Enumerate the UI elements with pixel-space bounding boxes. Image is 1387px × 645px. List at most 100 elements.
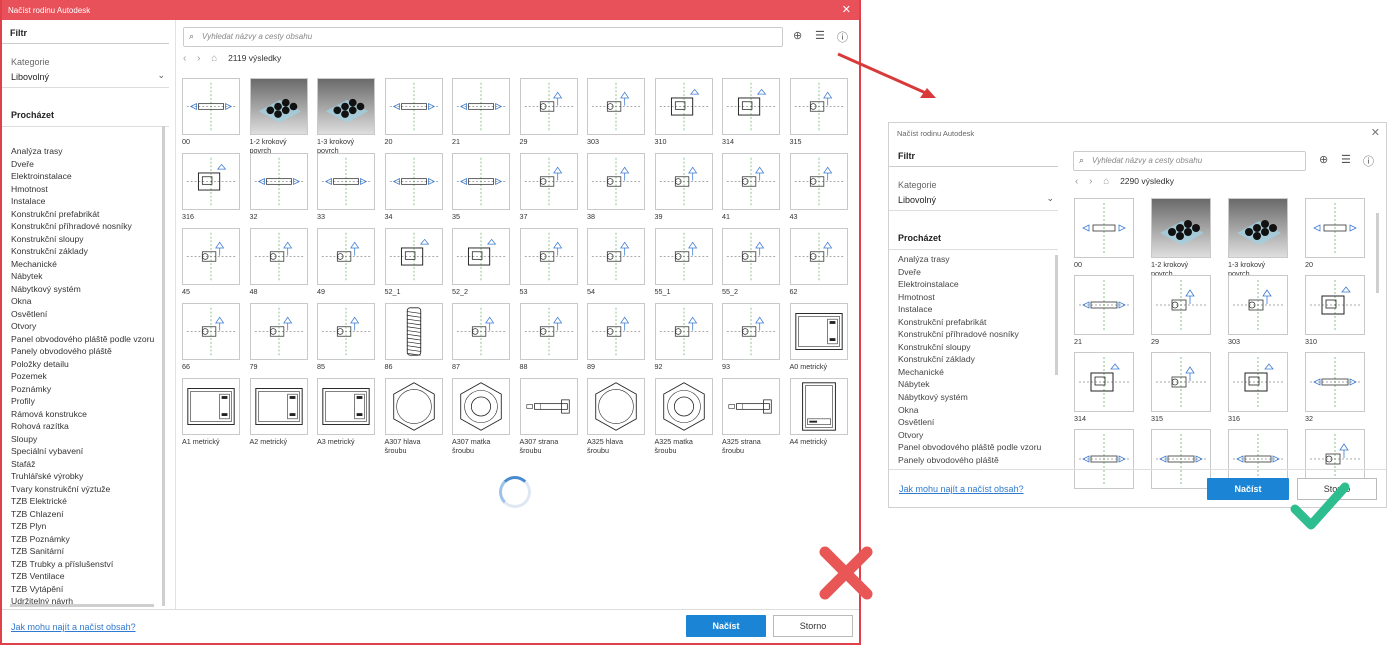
category-item[interactable]: Osvětlení: [889, 416, 1059, 429]
category-item[interactable]: Stafáž: [2, 458, 172, 471]
family-tile[interactable]: 29: [519, 78, 578, 146]
family-tile[interactable]: 54: [587, 228, 645, 296]
category-item[interactable]: Panel obvodového pláště podle vzoru: [889, 441, 1059, 454]
family-tile[interactable]: 1-3 krokový povrch: [1228, 198, 1288, 278]
category-item[interactable]: Okna: [889, 404, 1059, 417]
family-tile[interactable]: 20: [1305, 198, 1365, 269]
category-item[interactable]: Tvary konstrukční výztuže: [2, 483, 172, 496]
family-tile[interactable]: 316: [182, 153, 240, 221]
category-item[interactable]: Sloupy: [2, 433, 172, 446]
forward-icon[interactable]: ›: [197, 53, 200, 64]
category-dropdown[interactable]: Libovolný ⌄: [889, 190, 1058, 211]
family-tile[interactable]: A307 strana šroubu: [519, 378, 578, 455]
family-tile[interactable]: A2 metrický: [249, 378, 308, 446]
family-tile[interactable]: 62: [789, 228, 848, 296]
category-item[interactable]: Panel obvodového pláště podle vzoru: [2, 333, 172, 346]
list-view-icon[interactable]: ☰: [1341, 153, 1351, 166]
family-tile[interactable]: 85: [317, 303, 375, 371]
family-tile[interactable]: 21: [452, 78, 510, 146]
close-icon[interactable]: ✕: [1371, 126, 1380, 139]
family-tile[interactable]: A325 matka šroubu: [654, 378, 713, 455]
category-item[interactable]: Nábytek: [2, 270, 172, 283]
family-tile[interactable]: A307 matka šroubu: [452, 378, 510, 455]
close-icon[interactable]: ✕: [842, 3, 851, 16]
info-icon[interactable]: ⓘ: [1363, 153, 1374, 169]
category-item[interactable]: Profily: [2, 395, 172, 408]
family-tile[interactable]: 55_2: [722, 228, 780, 296]
family-tile[interactable]: 37: [519, 153, 578, 221]
home-icon[interactable]: ⌂: [1103, 176, 1109, 187]
family-tile[interactable]: 55_1: [654, 228, 713, 296]
home-icon[interactable]: ⌂: [211, 53, 217, 64]
family-tile[interactable]: 316: [1228, 352, 1288, 423]
back-icon[interactable]: ‹: [183, 53, 186, 64]
family-tile[interactable]: 87: [452, 303, 510, 371]
category-item[interactable]: Konstrukční příhradové nosníky: [2, 220, 172, 233]
family-tile[interactable]: 79: [249, 303, 308, 371]
family-tile[interactable]: 66: [182, 303, 240, 371]
globe-icon[interactable]: ⊕: [793, 29, 802, 42]
cancel-button[interactable]: Storno: [773, 615, 853, 637]
category-item[interactable]: Konstrukční sloupy: [889, 341, 1059, 354]
category-item[interactable]: TZB Vytápění: [2, 583, 172, 596]
family-tile[interactable]: A4 metrický: [789, 378, 848, 446]
category-item[interactable]: Konstrukční základy: [2, 245, 172, 258]
category-item[interactable]: Hmotnost: [2, 183, 172, 196]
family-tile[interactable]: A1 metrický: [182, 378, 240, 446]
category-item[interactable]: Konstrukční základy: [889, 353, 1059, 366]
family-tile[interactable]: 1-2 krokový povrch: [1151, 198, 1211, 278]
family-tile[interactable]: 48: [249, 228, 308, 296]
info-icon[interactable]: ⓘ: [837, 29, 848, 45]
family-tile[interactable]: 45: [182, 228, 240, 296]
family-tile[interactable]: 303: [1228, 275, 1288, 346]
family-tile[interactable]: 315: [1151, 352, 1211, 423]
family-tile[interactable]: 33: [317, 153, 375, 221]
forward-icon[interactable]: ›: [1089, 176, 1092, 187]
category-item[interactable]: TZB Trubky a příslušenství: [2, 558, 172, 571]
grid-scrollbar[interactable]: [1376, 213, 1379, 293]
category-dropdown[interactable]: Libovolný ⌄: [2, 67, 169, 88]
search-input[interactable]: ⌕ Vyhledat názvy a cesty obsahu: [183, 27, 783, 47]
category-item[interactable]: Analýza trasy: [889, 253, 1059, 266]
family-tile[interactable]: 93: [722, 303, 780, 371]
family-tile[interactable]: 89: [587, 303, 645, 371]
family-tile[interactable]: A325 strana šroubu: [722, 378, 780, 455]
category-item[interactable]: Rohová razítka: [2, 420, 172, 433]
category-item[interactable]: Konstrukční sloupy: [2, 233, 172, 246]
category-item[interactable]: Otvory: [2, 320, 172, 333]
category-item[interactable]: Mechanické: [889, 366, 1059, 379]
family-tile[interactable]: 310: [1305, 275, 1365, 346]
category-item[interactable]: TZB Ventilace: [2, 570, 172, 583]
family-tile[interactable]: 314: [722, 78, 780, 146]
family-tile[interactable]: 43: [789, 153, 848, 221]
help-link[interactable]: Jak mohu najít a načíst obsah?: [11, 622, 136, 632]
category-item[interactable]: Panely obvodového pláště: [2, 345, 172, 358]
family-tile[interactable]: 1-2 krokový povrch: [249, 78, 308, 155]
family-tile[interactable]: A3 metrický: [317, 378, 375, 446]
category-item[interactable]: Truhlářské výrobky: [2, 470, 172, 483]
load-button[interactable]: Načíst: [686, 615, 766, 637]
category-item[interactable]: Konstrukční prefabrikát: [2, 208, 172, 221]
family-tile[interactable]: 00: [182, 78, 240, 146]
search-input[interactable]: ⌕ Vyhledat názvy a cesty obsahu: [1073, 151, 1306, 171]
family-tile[interactable]: 00: [1074, 198, 1134, 269]
family-tile[interactable]: 1-3 krokový povrch: [317, 78, 375, 155]
category-item[interactable]: Okna: [2, 295, 172, 308]
category-item[interactable]: Pozemek: [2, 370, 172, 383]
family-tile[interactable]: 86: [384, 303, 443, 371]
category-item[interactable]: Instalace: [2, 195, 172, 208]
family-tile[interactable]: 29: [1151, 275, 1211, 346]
family-tile[interactable]: 303: [587, 78, 645, 146]
category-item[interactable]: Hmotnost: [889, 291, 1059, 304]
category-item[interactable]: Konstrukční příhradové nosníky: [889, 328, 1059, 341]
category-item[interactable]: Poznámky: [2, 383, 172, 396]
category-item[interactable]: Panely obvodového pláště: [889, 454, 1059, 467]
category-item[interactable]: Instalace: [889, 303, 1059, 316]
family-tile[interactable]: 20: [384, 78, 443, 146]
family-tile[interactable]: 32: [249, 153, 308, 221]
list-view-icon[interactable]: ☰: [815, 29, 825, 42]
category-hscrollbar[interactable]: [10, 604, 154, 607]
family-tile[interactable]: 21: [1074, 275, 1134, 346]
family-tile[interactable]: A325 hlava šroubu: [587, 378, 645, 455]
globe-icon[interactable]: ⊕: [1319, 153, 1328, 166]
